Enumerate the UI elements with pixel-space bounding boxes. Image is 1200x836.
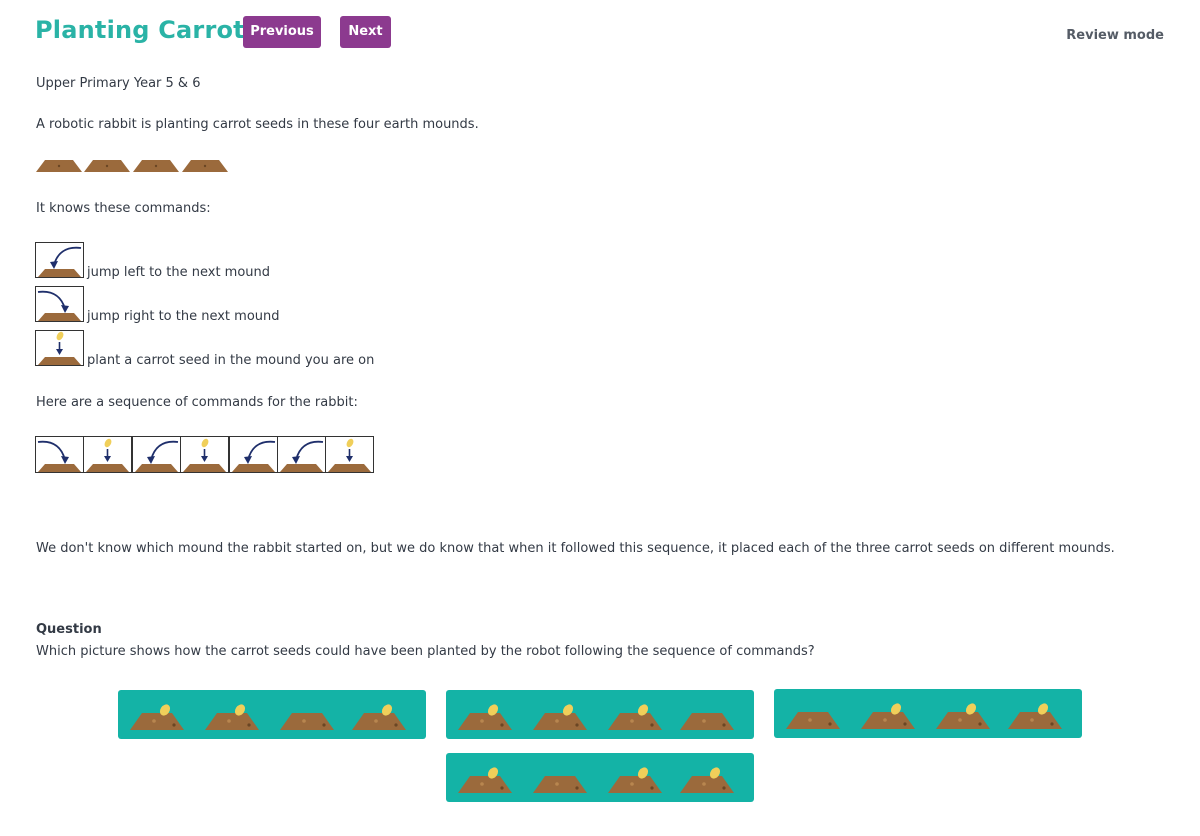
explanation-text: We don't know which mound the rabbit sta… [36, 541, 1115, 556]
mound-icon [861, 712, 915, 729]
command-label: jump left to the next mound [87, 265, 271, 280]
jump-left-icon [229, 436, 278, 473]
option-mounds [458, 767, 734, 793]
plant-seed-icon [35, 330, 84, 366]
mound-icon [936, 712, 990, 729]
mound-icon [680, 776, 734, 793]
four-mounds-illustration [36, 160, 228, 172]
mound-icon [352, 713, 406, 730]
plant-seed-icon [180, 436, 229, 473]
option-mounds [130, 704, 406, 730]
mound-icon [533, 776, 587, 793]
sequence-intro: Here are a sequence of commands for the … [36, 395, 358, 410]
option-mounds [458, 704, 734, 730]
jump-right-icon [35, 286, 84, 322]
mound-icon [182, 160, 228, 172]
answer-option-b[interactable] [446, 690, 754, 739]
mound-icon [280, 713, 334, 730]
plant-seed-icon [325, 436, 374, 473]
plant-seed-icon [83, 436, 132, 473]
question-text: Which picture shows how the carrot seeds… [36, 644, 815, 659]
question-heading: Question [36, 622, 102, 637]
mound-icon [680, 713, 734, 730]
page-title: Planting Carrots [35, 16, 260, 44]
mound-icon [458, 713, 512, 730]
mound-icon [84, 160, 130, 172]
commands-intro: It knows these commands: [36, 201, 211, 216]
command-label: plant a carrot seed in the mound you are… [87, 353, 375, 368]
jump-left-icon [277, 436, 326, 473]
mound-icon [458, 776, 512, 793]
mound-icon [205, 713, 259, 730]
previous-button[interactable]: Previous [243, 16, 321, 48]
mound-icon [1008, 712, 1062, 729]
mound-icon [130, 713, 184, 730]
jump-left-icon [35, 242, 84, 278]
answer-option-d[interactable] [446, 753, 754, 802]
mound-icon [608, 776, 662, 793]
mound-icon [608, 713, 662, 730]
level-label: Upper Primary Year 5 & 6 [36, 76, 201, 91]
command-label: jump right to the next mound [87, 309, 280, 324]
next-button[interactable]: Next [340, 16, 391, 48]
mound-icon [36, 160, 82, 172]
jump-left-icon [132, 436, 181, 473]
option-mounds [786, 703, 1062, 729]
intro-text: A robotic rabbit is planting carrot seed… [36, 117, 479, 132]
mound-icon [533, 713, 587, 730]
answer-option-c[interactable] [774, 689, 1082, 738]
jump-right-icon [35, 436, 84, 473]
mound-icon [133, 160, 179, 172]
answer-option-a[interactable] [118, 690, 426, 739]
review-mode-label: Review mode [1066, 28, 1164, 43]
mound-icon [786, 712, 840, 729]
